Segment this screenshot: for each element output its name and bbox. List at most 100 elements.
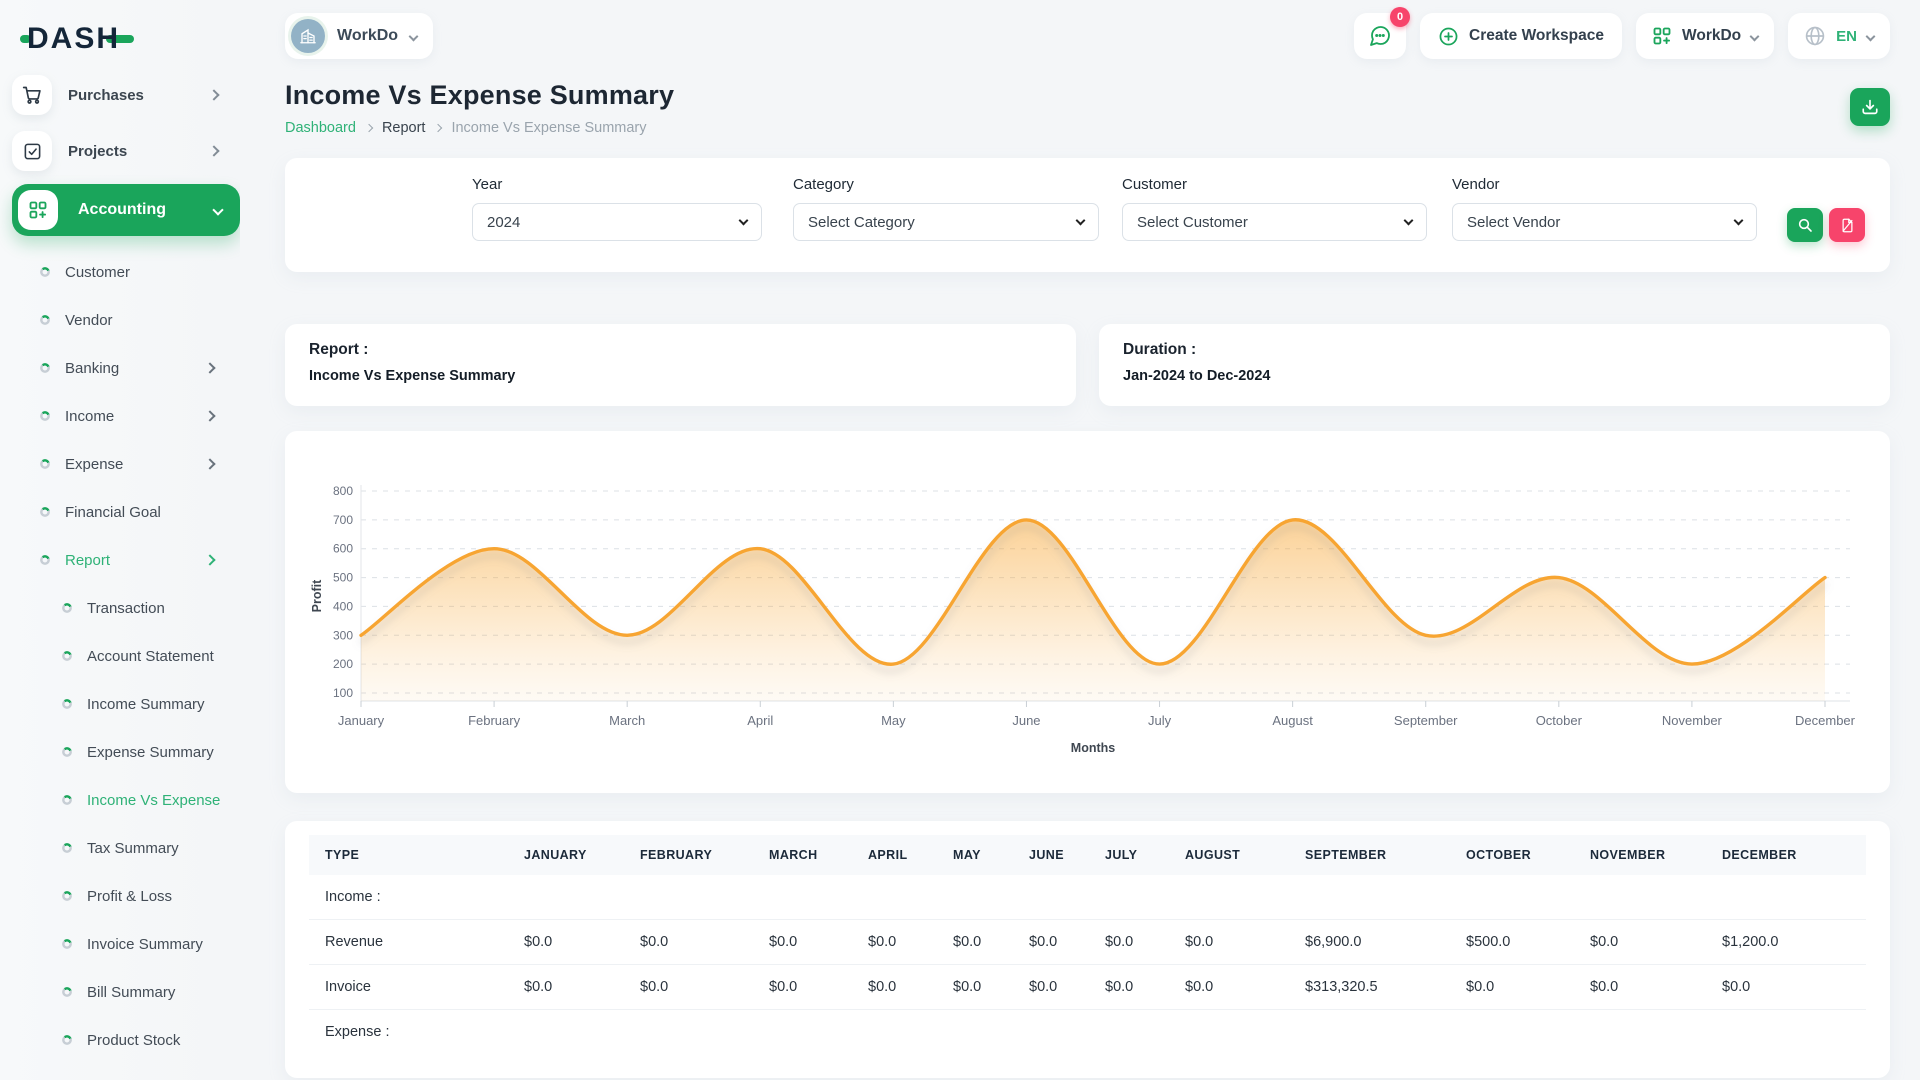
create-workspace-button[interactable]: Create Workspace [1420,13,1622,59]
svg-text:May: May [881,713,906,728]
sidebar-item-label: Report [65,552,206,569]
bullet-icon [62,891,72,901]
sidebar-item-banking[interactable]: Banking [0,344,240,392]
grid-plus-icon [18,190,58,230]
sidebar-item-income-summary[interactable]: Income Summary [0,680,240,728]
section-label: Expense : [309,1010,508,1055]
value-cell: $0.0 [852,965,937,1010]
sidebar-item-income-vs-expense[interactable]: Income Vs Expense [0,776,240,824]
bullet-icon [40,459,50,469]
sidebar-menu: CustomerVendor Banking Income ExpenseFinanc… [0,248,240,1080]
category-select-value: Select Category [808,214,915,231]
breadcrumb-report-link[interactable]: Report [382,120,426,136]
sidebar-item-expense-summary[interactable]: Expense Summary [0,728,240,776]
sidebar-item-label: Bill Summary [87,984,240,1001]
page-content: Income Vs Expense Summary Dashboard Repo… [240,72,1920,1078]
bullet-icon [62,651,72,661]
sidebar-item-customer[interactable]: Customer [0,248,240,296]
category-label: Category [793,176,1099,193]
customer-label: Customer [1122,176,1427,193]
sidebar-item-tax-summary[interactable]: Tax Summary [0,824,240,872]
sidebar-item-accounting[interactable]: Accounting [12,184,240,236]
sidebar-item-vendor[interactable]: Vendor [0,296,240,344]
customer-select-value: Select Customer [1137,214,1248,231]
sidebar-item-projects[interactable]: Projects [12,128,228,174]
language-selector[interactable]: EN [1788,13,1890,59]
sidebar-item-bill-summary[interactable]: Bill Summary [0,968,240,1016]
vendor-select-value: Select Vendor [1467,214,1560,231]
filter-bar: Year 2024 Category Select Category Custo… [285,158,1890,272]
download-report-button[interactable] [1850,88,1890,126]
category-select[interactable]: Select Category [793,203,1099,241]
table-row: Invoice$0.0$0.0$0.0$0.0$0.0$0.0$0.0$0.0$… [309,965,1866,1010]
sidebar-item-income[interactable]: Income [0,392,240,440]
sidebar-item-purchases[interactable]: Purchases [12,72,228,118]
sidebar-item-expense[interactable]: Expense [0,440,240,488]
svg-text:700: 700 [333,513,353,527]
customer-field: Customer Select Customer [1122,176,1427,272]
workspace-switcher[interactable]: WorkDo [285,13,433,59]
workdo-menu-button[interactable]: WorkDo [1636,13,1774,59]
section-label: Income : [309,875,508,920]
value-cell: $0.0 [753,965,852,1010]
sidebar-item-transaction[interactable]: Transaction [0,584,240,632]
value-cell: $0.0 [1089,965,1169,1010]
file-off-icon [1840,218,1855,233]
column-header: DECEMBER [1706,835,1866,875]
sidebar-item-label: Transaction [87,600,240,617]
row-type-cell: Revenue [309,920,508,965]
sidebar-item-account-statement[interactable]: Account Statement [0,632,240,680]
apply-filter-button[interactable] [1787,208,1823,242]
grid-plus-icon [1652,26,1672,46]
table-section-row: Expense : [309,1010,1866,1055]
vendor-field: Vendor Select Vendor [1452,176,1757,272]
vendor-select[interactable]: Select Vendor [1452,203,1757,241]
sidebar-item-label: Purchases [68,87,210,104]
reset-filter-button[interactable] [1829,208,1865,242]
value-cell: $0.0 [1169,965,1289,1010]
customer-select[interactable]: Select Customer [1122,203,1427,241]
value-cell: $0.0 [1169,920,1289,965]
sidebar-item-product-stock[interactable]: Product Stock [0,1016,240,1064]
report-card-title: Report : [309,341,1052,359]
sidebar-item-label: Expense Summary [87,744,240,761]
breadcrumb-separator-icon [434,124,442,132]
column-header: FEBRUARY [624,835,753,875]
table-row: Revenue$0.0$0.0$0.0$0.0$0.0$0.0$0.0$0.0$… [309,920,1866,965]
sidebar-item-label: Income Summary [87,696,240,713]
chevron-down-icon [1734,216,1744,226]
year-select[interactable]: 2024 [472,203,762,241]
sidebar-item-label: Projects [68,143,210,160]
globe-icon [1804,25,1826,47]
chevron-right-icon [204,362,215,373]
sidebar-item-label: Income [65,408,206,425]
chart-card: 100200300400500600700800JanuaryFebruaryM… [285,431,1890,793]
svg-text:November: November [1662,713,1723,728]
bullet-icon [62,747,72,757]
table-card: TYPEJANUARYFEBRUARYMARCHAPRILMAYJUNEJULY… [285,821,1890,1078]
sidebar-item-financial-goal[interactable]: Financial Goal [0,488,240,536]
workdo-menu-label: WorkDo [1682,27,1741,45]
column-header: SEPTEMBER [1289,835,1450,875]
svg-text:800: 800 [333,484,353,498]
search-icon [1797,217,1813,233]
bullet-icon [62,939,72,949]
page-heading-block: Income Vs Expense Summary Dashboard Repo… [285,80,674,136]
sidebar-item-label: Banking [65,360,206,377]
summary-table: TYPEJANUARYFEBRUARYMARCHAPRILMAYJUNEJULY… [309,835,1866,1054]
sidebar-item-invoice-summary[interactable]: Invoice Summary [0,920,240,968]
create-workspace-label: Create Workspace [1469,27,1604,45]
row-type-cell: Invoice [309,965,508,1010]
messages-button-wrap: 0 [1354,13,1406,59]
breadcrumb-dashboard-link[interactable]: Dashboard [285,120,356,136]
sidebar-item-cash-flow[interactable]: Cash Flow [0,1064,240,1080]
messages-count-badge: 0 [1390,7,1410,27]
svg-text:200: 200 [333,657,353,671]
bullet-icon [40,267,50,277]
value-cell: $0.0 [624,920,753,965]
column-header: AUGUST [1169,835,1289,875]
year-select-value: 2024 [487,214,520,231]
sidebar-item-profit-loss[interactable]: Profit & Loss [0,872,240,920]
sidebar-item-report[interactable]: Report [0,536,240,584]
value-cell: $500.0 [1450,920,1574,965]
